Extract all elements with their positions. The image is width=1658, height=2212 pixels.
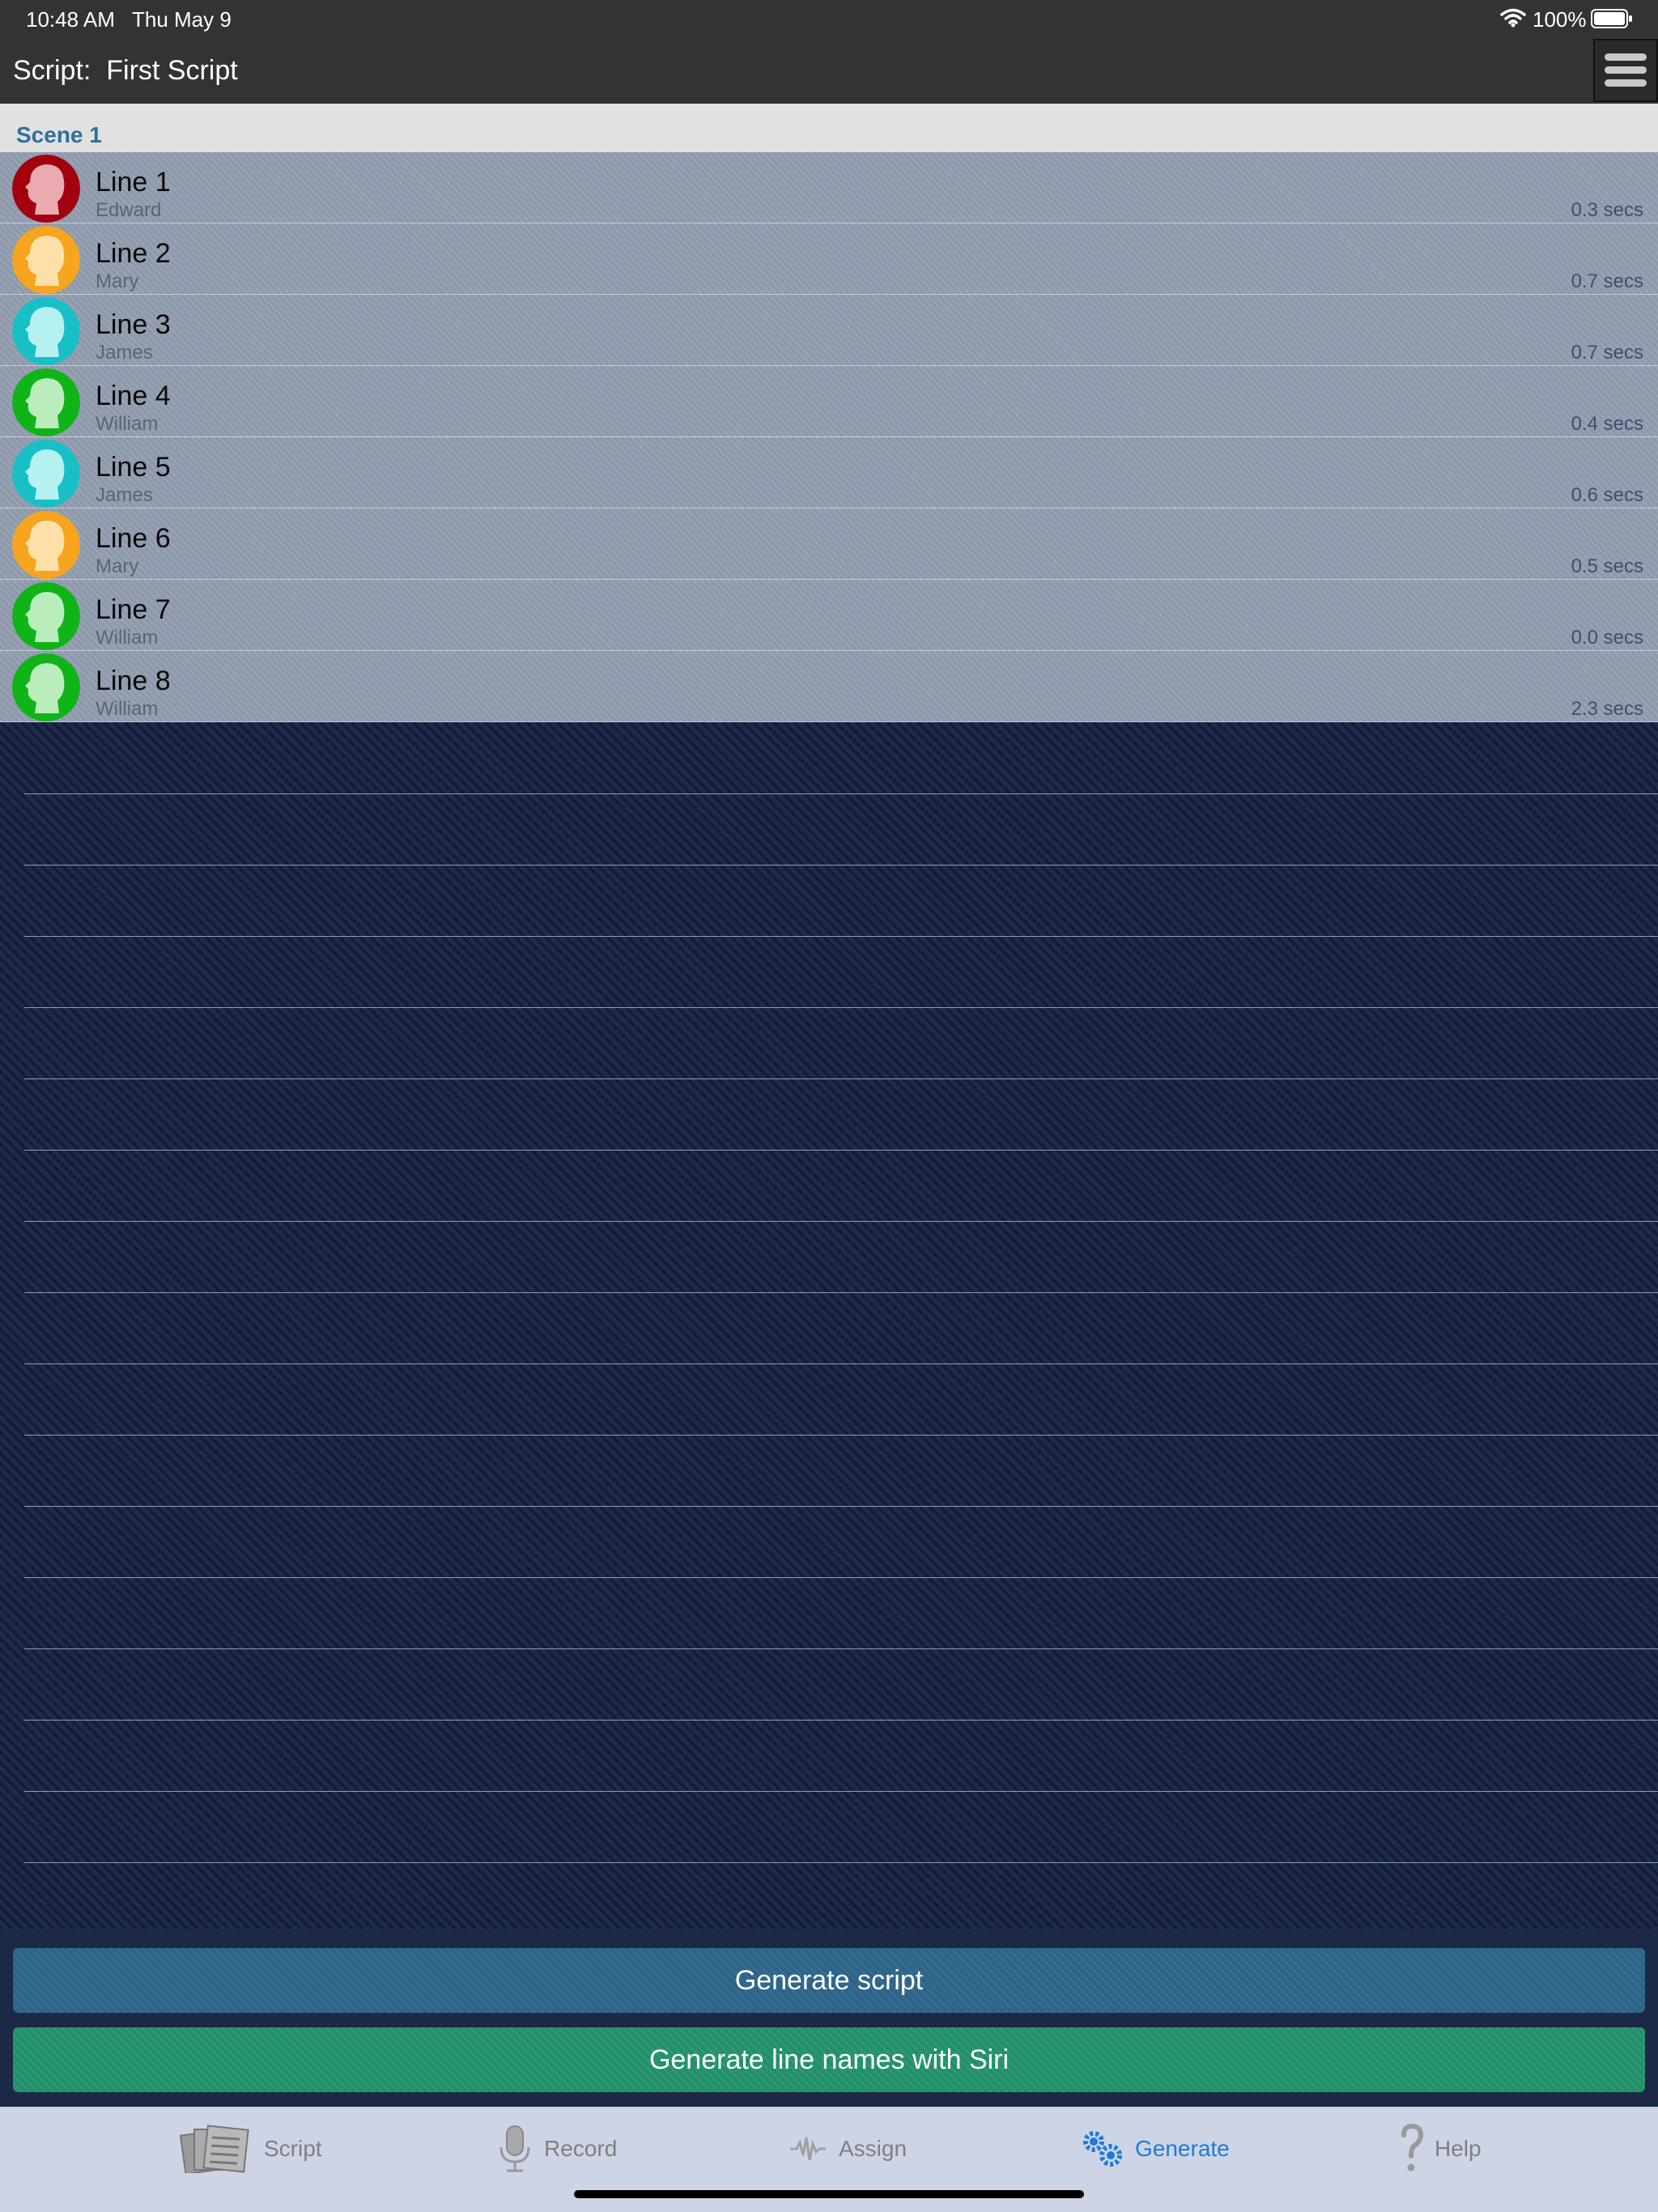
line-title: Line 3 [96,309,171,340]
status-time: 10:48 AM [26,7,115,32]
line-title: Line 8 [96,666,171,696]
hamburger-menu-icon [1605,53,1647,87]
lines-list: Line 1 Edward 0.3 secs Line 2 Mary 0.7 secs Li… [0,152,1658,722]
battery-percent: 100% [1533,7,1587,32]
tab-assign-label: Assign [839,2136,908,2161]
character-avatar-icon [12,155,80,223]
line-row[interactable]: Line 8 William 2.3 secs [0,651,1658,722]
line-title: Line 6 [96,523,171,554]
navigation-bar: Script: First Script [0,39,1658,104]
line-character: James [96,484,153,506]
line-title: Line 5 [96,452,171,483]
row-separator [24,1720,1658,1721]
script-pages-icon [180,2125,249,2173]
line-duration: 0.3 secs [1571,199,1643,221]
row-separator [24,1150,1658,1151]
tab-help[interactable]: Help [1401,2124,1482,2173]
question-mark-icon [1401,2124,1423,2172]
line-row[interactable]: Line 5 James 0.6 secs [0,437,1658,508]
tab-script[interactable]: Script [180,2125,322,2173]
row-separator [24,1791,1658,1792]
tab-record[interactable]: Record [497,2125,617,2173]
tab-generate-label: Generate [1135,2136,1230,2161]
tab-assign[interactable]: Assign [789,2125,907,2173]
line-duration: 0.0 secs [1571,627,1643,649]
line-row[interactable]: Line 2 Mary 0.7 secs [0,223,1658,295]
scene-header: Scene 1 [0,104,1658,152]
status-bar: 10:48 AM Thu May 9 100% [0,0,1658,39]
line-duration: 0.4 secs [1571,413,1643,435]
line-title: Line 4 [96,381,171,411]
line-character: Mary [96,270,139,292]
scene-title: Scene 1 [16,122,102,147]
line-duration: 0.5 secs [1571,555,1643,577]
row-separator [24,936,1658,937]
line-title: Line 7 [96,594,171,625]
line-character: William [96,698,159,720]
line-title: Line 2 [96,238,171,269]
character-avatar-icon [12,368,80,436]
character-avatar-icon [12,511,80,579]
character-avatar-icon [12,653,80,721]
line-row[interactable]: Line 7 William 0.0 secs [0,580,1658,651]
line-character: James [96,342,153,364]
row-separator [24,1007,1658,1008]
row-separator [24,1862,1658,1863]
line-duration: 0.6 secs [1571,484,1643,506]
character-avatar-icon [12,440,80,508]
waveform-icon [790,2137,826,2161]
home-indicator [574,2190,1084,2198]
line-row[interactable]: Line 4 William 0.4 secs [0,366,1658,437]
gears-icon [1083,2131,1122,2167]
row-separator [24,865,1658,866]
tab-record-label: Record [544,2136,618,2161]
wifi-icon [1500,8,1526,33]
empty-list-area [0,722,1658,1929]
line-character: Edward [96,199,162,221]
row-separator [24,1648,1658,1649]
line-character: Mary [96,555,139,577]
tab-script-label: Script [264,2136,322,2161]
tab-generate[interactable]: Generate [1082,2125,1230,2173]
row-separator [24,1363,1658,1364]
line-title: Line 1 [96,167,171,198]
battery-icon [1591,9,1633,34]
row-separator [24,1221,1658,1222]
line-row[interactable]: Line 3 James 0.7 secs [0,295,1658,366]
tab-help-label: Help [1435,2136,1482,2161]
menu-button[interactable] [1593,39,1658,102]
character-avatar-icon [12,226,80,294]
line-duration: 0.7 secs [1571,342,1643,364]
line-row[interactable]: Line 6 Mary 0.5 secs [0,508,1658,580]
script-title: Script: First Script [13,55,238,86]
microphone-icon [500,2125,530,2172]
row-separator [24,1506,1658,1507]
line-duration: 0.7 secs [1571,270,1643,292]
character-avatar-icon [12,582,80,650]
generate-script-button[interactable]: Generate script [13,1948,1645,2013]
line-character: William [96,413,159,435]
row-separator [24,1078,1658,1079]
row-separator [24,1577,1658,1578]
row-separator [24,1435,1658,1436]
row-separator [24,793,1658,794]
line-character: William [96,627,159,649]
row-separator [24,1292,1658,1293]
generate-line-names-siri-button[interactable]: Generate line names with Siri [13,2027,1645,2092]
character-avatar-icon [12,297,80,365]
line-duration: 2.3 secs [1571,698,1643,720]
status-date: Thu May 9 [132,7,232,32]
line-row[interactable]: Line 1 Edward 0.3 secs [0,152,1658,223]
